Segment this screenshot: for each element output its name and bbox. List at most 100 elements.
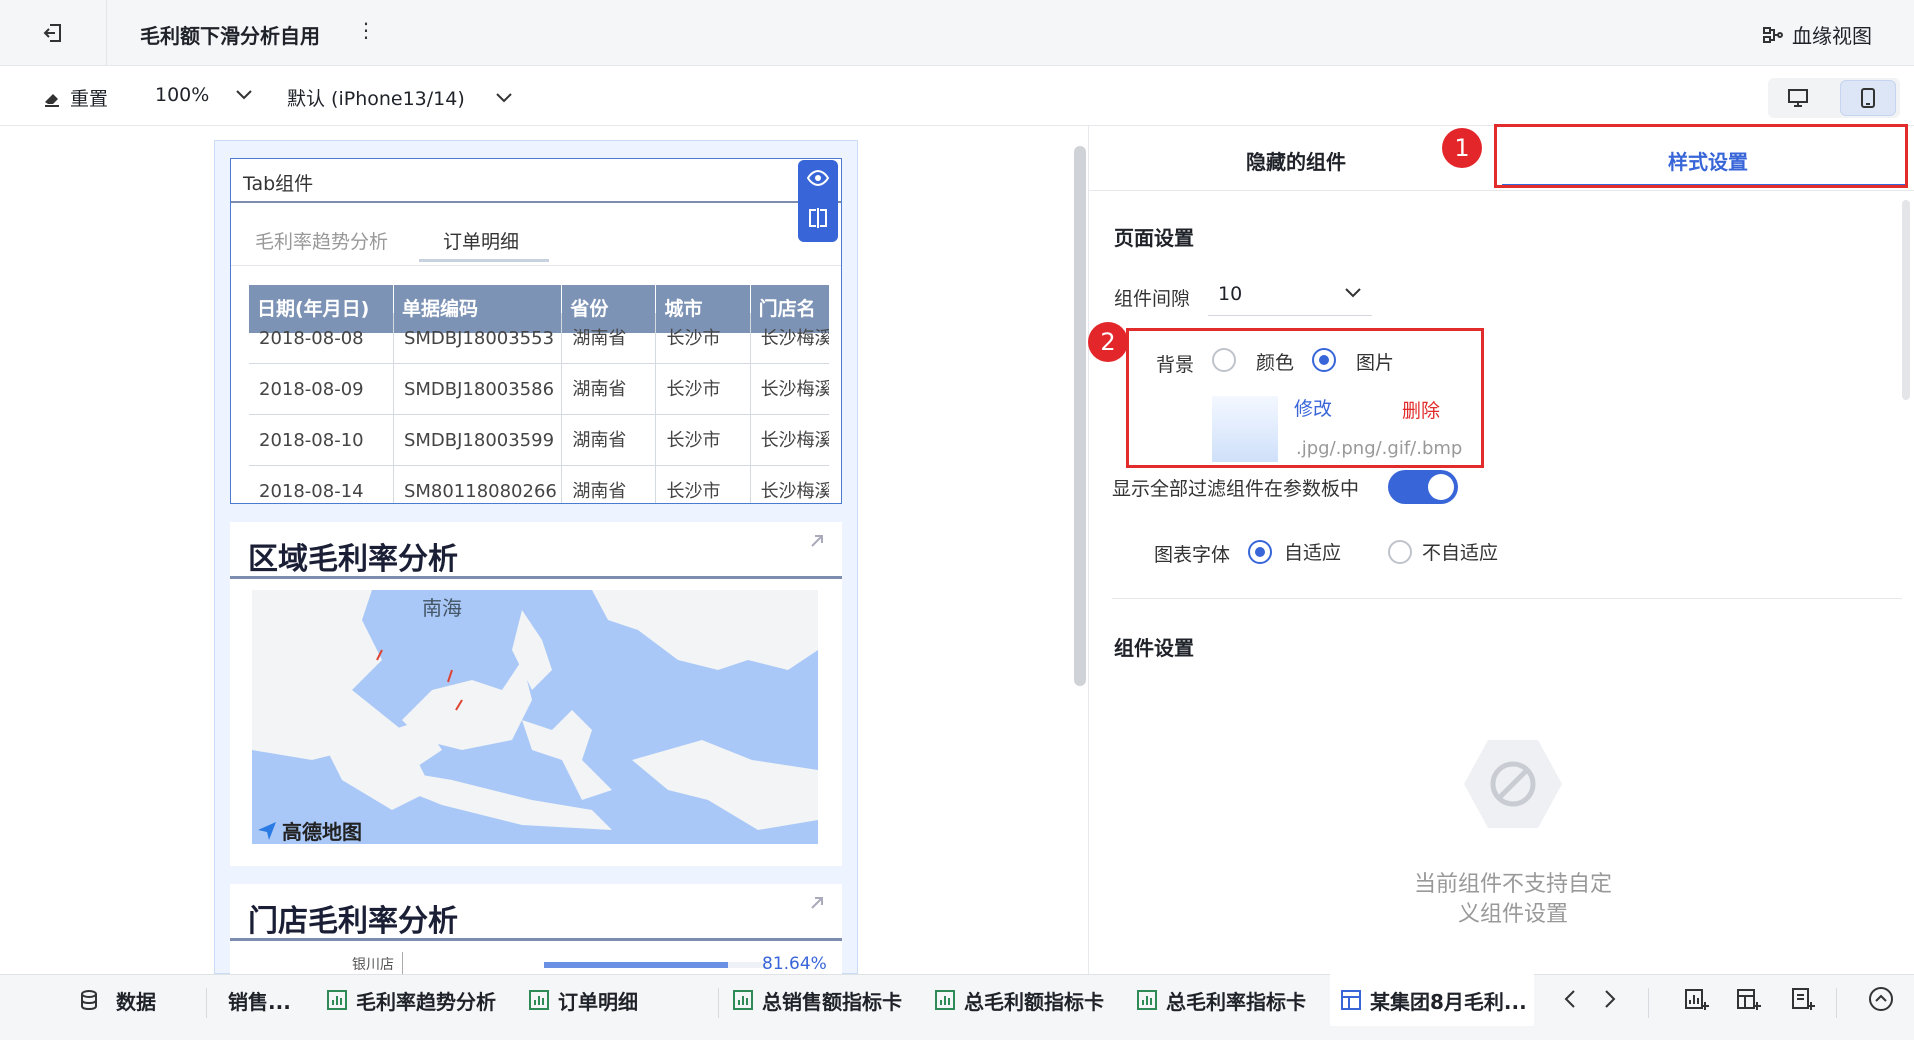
table-cell: 2018-08-10 (249, 415, 394, 465)
font-adaptive-radio[interactable] (1248, 540, 1272, 564)
table-cell: 长沙市 (656, 364, 751, 414)
bg-color-radio[interactable] (1212, 348, 1236, 372)
bottom-divider (206, 988, 207, 1018)
table-row[interactable]: 2018-08-09 SMDBJ18003586 湖南省 长沙市 长沙梅溪 (249, 364, 829, 415)
bottom-tab-label: 总销售额指标卡 (762, 989, 902, 1014)
empty-state-line1: 当前组件不支持自定 (1413, 872, 1612, 897)
lineage-icon (1763, 26, 1783, 43)
tab-trend[interactable]: 毛利率趋势分析 (255, 227, 388, 254)
bottom-divider (718, 988, 719, 1018)
data-label: 数据 (116, 989, 156, 1014)
reset-label: 重置 (70, 88, 109, 110)
gap-value: 10 (1218, 282, 1243, 305)
panel-scrollbar[interactable] (1902, 200, 1910, 400)
page-settings-title: 页面设置 (1114, 226, 1194, 250)
modify-link[interactable]: 修改 (1294, 394, 1332, 421)
tab-bar-divider (231, 265, 841, 266)
bottom-tab-label: 某集团8月毛利... (1370, 989, 1527, 1014)
chevron-right-icon[interactable] (1602, 988, 1618, 1014)
exit-icon[interactable] (38, 18, 68, 48)
order-table: 日期(年月日) 单据编码 省份 城市 门店名 2018-08-08 SMDBJ1… (249, 285, 829, 503)
table-cell: 长沙市 (656, 415, 751, 465)
eye-icon[interactable] (806, 168, 830, 192)
component-settings-title: 组件设置 (1114, 636, 1194, 660)
bottom-tab-label: 订单明细 (558, 989, 638, 1014)
desktop-view-button[interactable] (1770, 80, 1826, 116)
section-divider (1112, 598, 1902, 599)
bottom-tab-label: 销售... (228, 989, 291, 1014)
map-brand: 高德地图 (282, 820, 362, 844)
lineage-view-button[interactable]: 血缘视图 (1762, 20, 1872, 49)
tab-hidden-components[interactable]: 隐藏的组件 (1246, 146, 1346, 175)
region-map[interactable]: 南海 高德地图 (252, 590, 818, 844)
bottom-tab[interactable]: 总毛利额指标卡 (934, 974, 1104, 1026)
device-value: 默认 (iPhone13/14) (287, 88, 465, 110)
expand-icon[interactable] (808, 894, 826, 916)
bottom-tab[interactable]: 毛利率趋势分析 (326, 974, 496, 1026)
eraser-icon (45, 93, 59, 107)
table-row[interactable]: 2018-08-10 SMDBJ18003599 湖南省 长沙市 长沙梅溪 (249, 415, 829, 466)
tab-active-indicator (419, 259, 549, 262)
tab-widget-title: Tab组件 (243, 173, 314, 195)
store-card-title: 门店毛利率分析 (248, 904, 458, 939)
bottom-tab[interactable]: 订单明细 (528, 974, 638, 1026)
table-cell: 湖南省 (562, 466, 657, 503)
data-button[interactable]: 数据 (78, 974, 156, 1026)
exit-widget-icon[interactable] (806, 206, 830, 234)
table-cell: 2018-08-14 (249, 466, 394, 503)
reset-button[interactable]: 重置 (42, 84, 108, 111)
font-fixed-radio[interactable] (1388, 540, 1412, 564)
bg-color-label: 颜色 (1256, 352, 1295, 374)
bottom-divider (1648, 988, 1649, 1018)
monitor-icon (1788, 89, 1808, 107)
show-filter-toggle[interactable] (1388, 470, 1458, 504)
step-badge-1: 1 (1442, 128, 1482, 168)
table-row[interactable]: 2018-08-08 SMDBJ18003553 湖南省 长沙市 长沙梅溪 (249, 313, 829, 364)
show-filter-label: 显示全部过滤组件在参数板中 (1112, 478, 1360, 500)
not-supported-icon (1460, 736, 1566, 836)
add-dashboard-icon[interactable] (1736, 986, 1762, 1016)
bottom-tab[interactable]: 总销售额指标卡 (732, 974, 902, 1026)
tab-widget[interactable]: Tab组件 毛利率趋势分析 订单明细 日期(年月日) 单据编码 省份 城市 门店… (230, 158, 842, 504)
chevron-down-icon (235, 84, 253, 106)
bottom-tab-active[interactable]: 某集团8月毛利... (1340, 974, 1527, 1026)
table-cell: 湖南省 (562, 415, 657, 465)
bar-chart-icon (935, 990, 955, 1010)
mobile-view-button[interactable] (1840, 80, 1896, 116)
empty-state-text: 当前组件不支持自定 义组件设置 (1388, 870, 1638, 930)
add-chart-icon[interactable] (1684, 986, 1710, 1016)
table-cell: 长沙梅溪 (760, 430, 829, 451)
header-divider (106, 0, 107, 66)
tab-order-detail[interactable]: 订单明细 (443, 227, 519, 254)
bottom-tab[interactable]: 总毛利率指标卡 (1136, 974, 1306, 1026)
gap-label: 组件间隙 (1114, 288, 1191, 310)
more-menu-icon[interactable]: ⋮ (356, 18, 376, 42)
zoom-select[interactable]: 100% (155, 84, 253, 106)
toggle-knob (1428, 474, 1454, 500)
bg-image-radio[interactable] (1312, 348, 1336, 372)
highlight-box-1 (1494, 124, 1908, 188)
region-card-divider (230, 576, 842, 579)
delete-link[interactable]: 删除 (1402, 396, 1440, 423)
file-format-hint: .jpg/.png/.gif/.bmp (1296, 438, 1463, 459)
phone-icon (1861, 88, 1875, 108)
bar-chart-icon (327, 990, 347, 1010)
chevron-left-icon[interactable] (1562, 988, 1578, 1014)
gap-select[interactable]: 10 (1208, 272, 1372, 316)
collapse-up-icon[interactable] (1868, 986, 1894, 1016)
device-select[interactable]: 默认 (iPhone13/14) (287, 84, 513, 111)
panel-tab-divider (1088, 190, 1914, 191)
region-card-title: 区域毛利率分析 (248, 542, 458, 577)
bottom-tab[interactable]: 销售... (228, 974, 291, 1026)
table-cell: 长沙市 (656, 313, 751, 363)
add-report-icon[interactable] (1790, 986, 1816, 1016)
canvas-scrollbar[interactable] (1074, 146, 1086, 686)
bg-image-thumbnail (1212, 396, 1278, 462)
bg-label: 背景 (1156, 354, 1195, 376)
expand-icon[interactable] (808, 532, 826, 554)
font-fixed-label: 不自适应 (1422, 542, 1499, 564)
amap-logo-icon (258, 821, 276, 840)
table-row[interactable]: 2018-08-14 SM80118080266 湖南省 长沙市 长沙梅溪 (249, 466, 829, 503)
table-cell: SMDBJ18003553 (394, 313, 563, 363)
table-cell: SM80118080266 (394, 466, 563, 503)
